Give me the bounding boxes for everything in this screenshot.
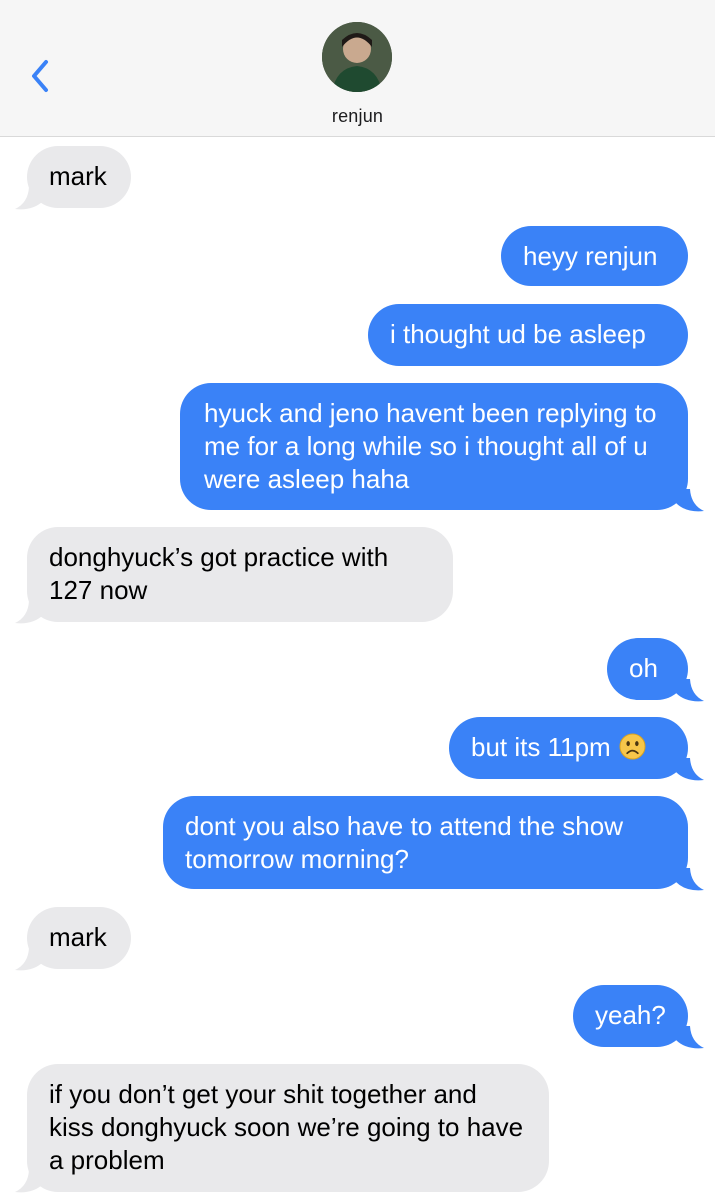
outgoing-message[interactable]: hyuck and jeno havent been replying to m… [180, 383, 688, 510]
outgoing-message[interactable]: i thought ud be asleep [368, 304, 688, 366]
bubble-tail [676, 1026, 704, 1049]
bubble-tail [15, 601, 43, 624]
bubble-tail [676, 868, 704, 891]
bubble-tail [676, 758, 704, 781]
incoming-message[interactable]: donghyuck’s got practice with 127 now [27, 527, 453, 622]
message-text: if you don’t get your shit together and … [49, 1079, 524, 1175]
bubble-tail [676, 489, 704, 512]
message-text: but its 11pm [471, 732, 611, 762]
frowning-face-icon [619, 733, 646, 760]
message-text: hyuck and jeno havent been replying to m… [204, 398, 657, 494]
bubble-tail [676, 679, 704, 702]
bubble-tail [15, 187, 43, 210]
outgoing-message[interactable]: yeah? [573, 985, 688, 1047]
message-text: dont you also have to attend the show to… [185, 811, 623, 874]
bubble-tail [15, 948, 43, 971]
message-text: heyy renjun [523, 241, 658, 271]
message-text: yeah? [595, 1000, 666, 1030]
outgoing-message[interactable]: heyy renjun [501, 226, 688, 286]
outgoing-message[interactable]: dont you also have to attend the show to… [163, 796, 688, 889]
message-text: mark [49, 161, 107, 191]
message-text: i thought ud be asleep [390, 319, 646, 349]
incoming-message[interactable]: if you don’t get your shit together and … [27, 1064, 549, 1192]
outgoing-message[interactable]: but its 11pm [449, 717, 688, 779]
message-text: oh [629, 653, 658, 683]
bubble-tail [15, 1170, 43, 1193]
message-text: donghyuck’s got practice with 127 now [49, 542, 389, 605]
message-text: mark [49, 922, 107, 952]
message-thread: mark heyy renjun i thought ud be asleep … [0, 0, 715, 1200]
